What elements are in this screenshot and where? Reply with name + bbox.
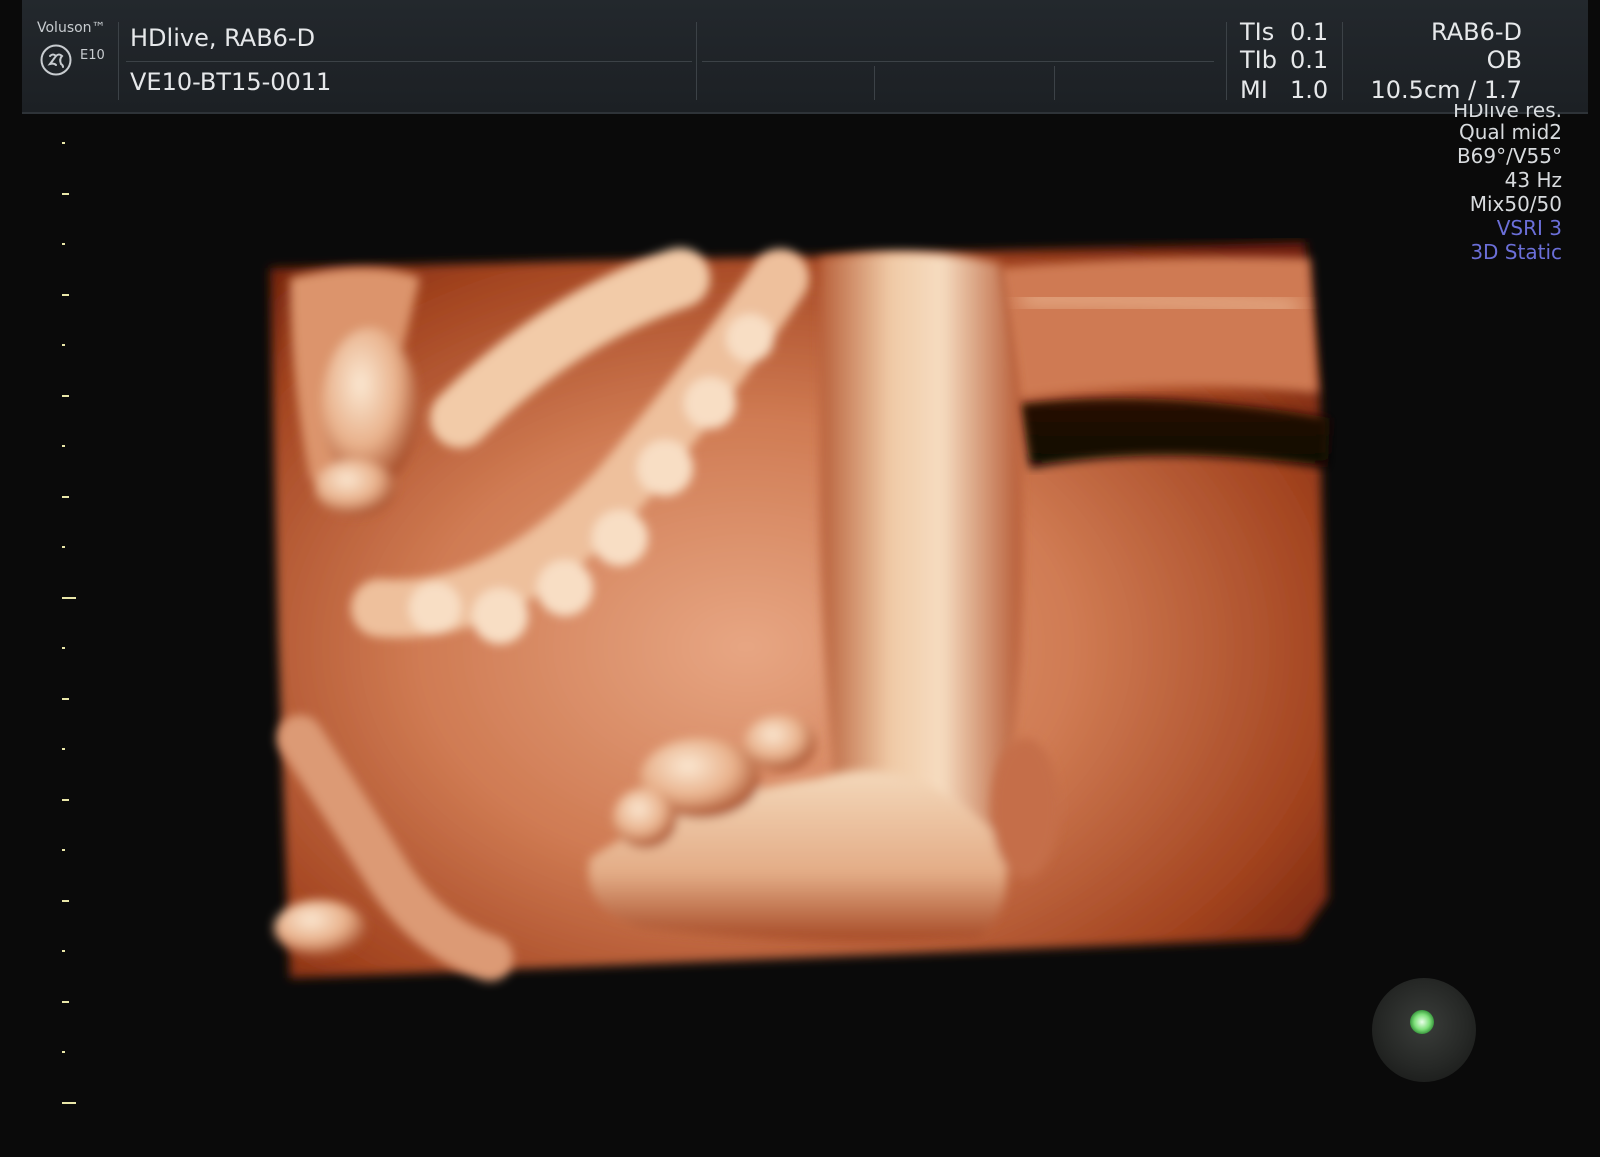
depth-scale [56, 120, 86, 1130]
scale-tick [62, 546, 65, 548]
depth-label: 10.5cm / 1.7 [1370, 76, 1522, 104]
tib-value: 0.1 [1290, 46, 1329, 74]
preset-label: HDlive, RAB6-D [130, 24, 316, 52]
header-bar: Voluson™ E10 HDlive, RAB6-D VE10-BT15-00… [22, 0, 1588, 114]
scale-tick [62, 697, 69, 700]
scale-tick [62, 1000, 69, 1003]
scale-tick [62, 243, 65, 245]
volume-rendering [270, 242, 1330, 981]
scale-tick [62, 192, 69, 195]
header-divider [702, 61, 1214, 62]
header-divider [1342, 22, 1343, 100]
volume-arm [1000, 256, 1318, 398]
imaging-parameters: HDlive res. Qual mid2 B69°/V55° 43 Hz Mi… [1453, 104, 1562, 264]
probe-label: RAB6-D [1431, 18, 1522, 46]
scale-tick [62, 950, 65, 952]
ge-logo-icon [40, 44, 72, 76]
param-frequency: 43 Hz [1504, 168, 1562, 192]
scale-tick [62, 142, 65, 144]
param-quality: Qual mid2 [1458, 120, 1562, 144]
param-angles: B69°/V55° [1456, 144, 1562, 168]
header-divider [696, 22, 697, 100]
device-brand: Voluson™ E10 [30, 18, 120, 98]
scale-tick [62, 1051, 65, 1053]
scale-tick [62, 899, 69, 902]
mi-value: 1.0 [1290, 76, 1329, 104]
scale-tick [62, 798, 69, 801]
scale-tick [62, 445, 65, 447]
scale-tick [62, 647, 65, 649]
tis-value: 0.1 [1290, 18, 1329, 46]
trackball-dot [1410, 1010, 1434, 1034]
scale-tick [62, 1101, 76, 1104]
header-divider [118, 22, 119, 100]
probe-id-label: VE10-BT15-0011 [130, 68, 332, 96]
volume-leg [820, 251, 1023, 839]
brand-name: Voluson™ [37, 20, 106, 36]
header-divider [1054, 66, 1055, 100]
header-divider [126, 61, 692, 62]
param-vsri: VSRI 3 [1496, 216, 1562, 240]
application-label: OB [1486, 46, 1522, 74]
trackball-indicator-icon [1372, 978, 1476, 1082]
param-mode: 3D Static [1470, 240, 1562, 264]
scale-tick [62, 293, 69, 296]
header-divider [874, 66, 875, 100]
scale-tick [62, 495, 69, 498]
ultrasound-screen: Voluson™ E10 HDlive, RAB6-D VE10-BT15-00… [0, 0, 1600, 1157]
param-mix: Mix50/50 [1469, 192, 1562, 216]
tib-label: TIb [1240, 46, 1277, 74]
scale-tick [62, 344, 65, 346]
header-divider [1226, 22, 1227, 100]
scale-tick [62, 748, 65, 750]
param-resolution: HDlive res. [1453, 104, 1562, 120]
tis-label: TIs [1240, 18, 1275, 46]
mi-label: MI [1240, 76, 1268, 104]
scale-tick [62, 394, 69, 397]
scale-tick [62, 849, 65, 851]
brand-model: E10 [80, 48, 105, 63]
scale-tick [62, 596, 76, 599]
